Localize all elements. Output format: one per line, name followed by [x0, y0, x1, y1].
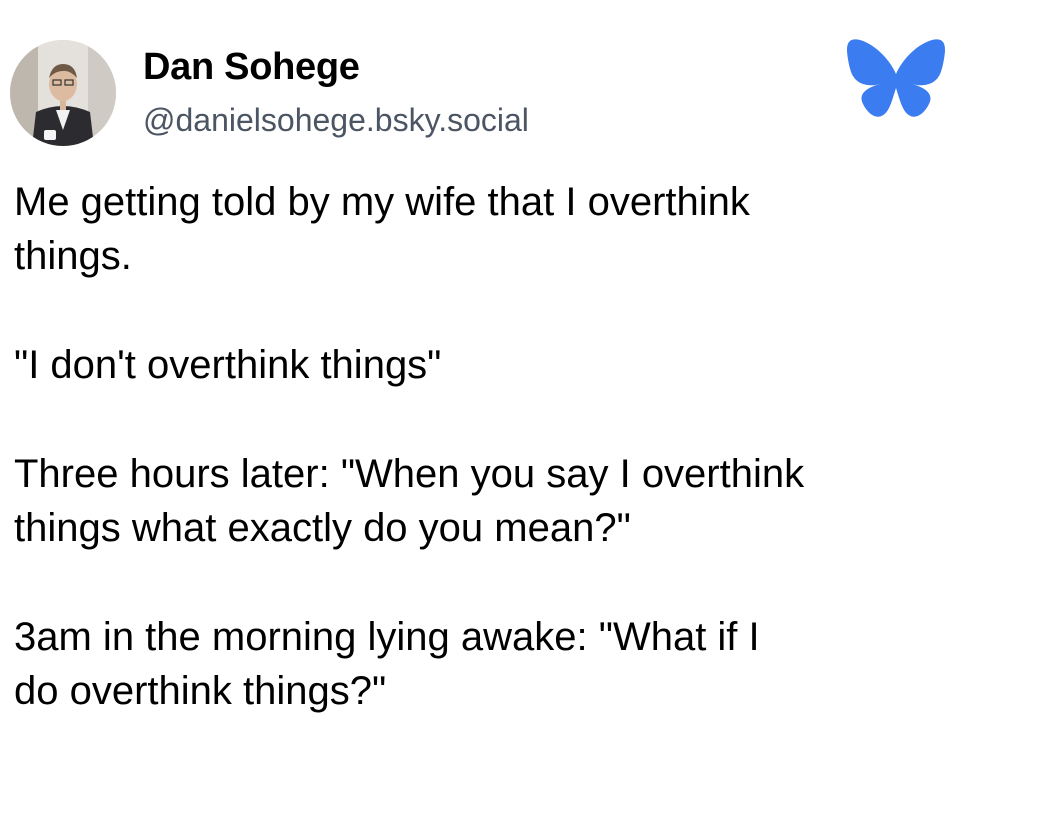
post-card: Dan Sohege @danielsohege.bsky.social Me …: [0, 0, 1050, 821]
post-line: things what exactly do you mean?": [14, 506, 631, 550]
post-line: Three hours later: "When you say I overt…: [14, 452, 805, 496]
post-paragraph: Me getting told by my wife that I overth…: [14, 175, 1034, 283]
post-line: things.: [14, 234, 132, 278]
post-text: Me getting told by my wife that I overth…: [14, 175, 1034, 773]
post-line: "I don't overthink things": [14, 343, 442, 387]
avatar-photo: [10, 40, 116, 146]
post-paragraph: Three hours later: "When you say I overt…: [14, 447, 1034, 555]
post-line: 3am in the morning lying awake: "What if…: [14, 615, 760, 659]
post-paragraph: 3am in the morning lying awake: "What if…: [14, 610, 1034, 718]
avatar[interactable]: [10, 40, 116, 146]
post-paragraph: "I don't overthink things": [14, 338, 1034, 392]
post-line: Me getting told by my wife that I overth…: [14, 180, 750, 224]
author-handle[interactable]: @danielsohege.bsky.social: [143, 100, 529, 140]
author-name[interactable]: Dan Sohege: [143, 44, 360, 90]
post-line: do overthink things?": [14, 669, 387, 713]
butterfly-icon: [847, 39, 945, 117]
